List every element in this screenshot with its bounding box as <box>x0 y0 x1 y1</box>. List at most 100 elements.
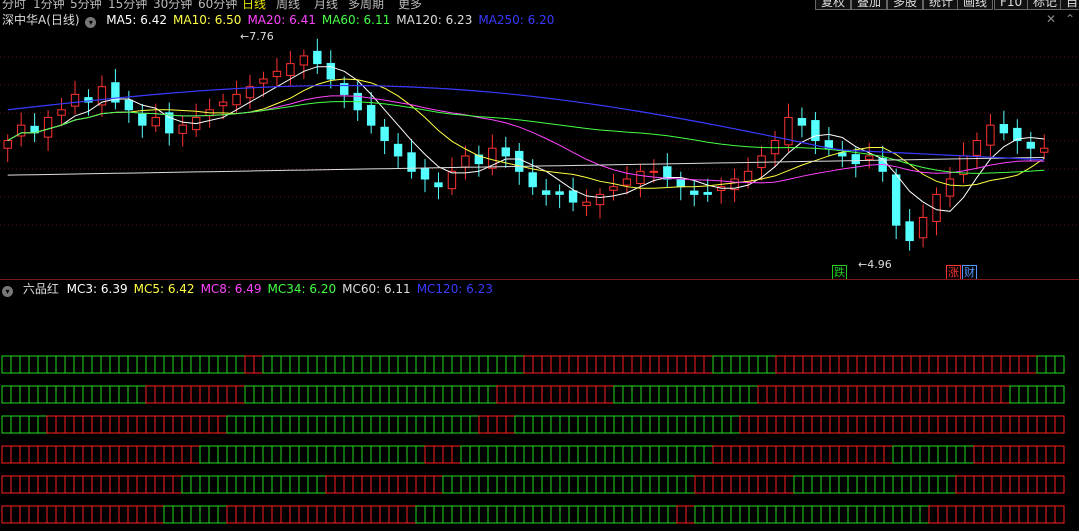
signal-cell <box>847 475 858 494</box>
signal-cell <box>208 505 219 524</box>
signal-cell <box>811 415 822 434</box>
signal-cell <box>325 505 336 524</box>
tab-period-5[interactable]: 60分钟 <box>198 0 237 10</box>
signal-cell <box>748 415 759 434</box>
signal-cell <box>667 445 678 464</box>
tab-period-6[interactable]: 日线 <box>242 0 266 10</box>
signal-cell <box>361 475 372 494</box>
marker-finance[interactable]: 财 <box>962 265 977 280</box>
signal-cell <box>793 505 804 524</box>
signal-cell <box>460 505 471 524</box>
signal-cell <box>46 355 57 374</box>
signal-cell <box>937 415 948 434</box>
candlestick-chart[interactable] <box>0 29 1079 279</box>
signal-cell <box>64 475 75 494</box>
signal-cell <box>424 475 435 494</box>
toolbar-button-4[interactable]: 画线 <box>957 0 994 10</box>
toolbar-button-1[interactable]: 叠加 <box>851 0 888 10</box>
signal-cell <box>235 385 246 404</box>
tab-period-1[interactable]: 1分钟 <box>33 0 65 10</box>
signal-cell <box>757 475 768 494</box>
close-icon[interactable]: ✕ <box>1046 12 1056 26</box>
signal-cell <box>847 385 858 404</box>
signal-cell <box>460 445 471 464</box>
signal-cell <box>631 415 642 434</box>
period-toolbar: 分时 1分钟 5分钟 15分钟 30分钟 60分钟 日线 周线 月线 多周期 更多 复权 叠加 多股 统计画… <box>0 0 1079 10</box>
low-price-annotation: ←4.96 <box>858 258 892 271</box>
signal-cell <box>622 505 633 524</box>
candle-body <box>57 109 66 116</box>
signal-cell <box>145 355 156 374</box>
signal-cell <box>685 385 696 404</box>
signal-cell <box>739 415 750 434</box>
signal-cell <box>406 355 417 374</box>
tab-period-2[interactable]: 5分钟 <box>70 0 102 10</box>
signal-cell <box>271 355 282 374</box>
signal-cell <box>19 355 30 374</box>
marker-fall[interactable]: 跌 <box>832 265 847 280</box>
signal-cell <box>829 385 840 404</box>
signal-cell <box>757 355 768 374</box>
ma-value-1: MA10: 6.50 <box>173 13 242 27</box>
signal-cell <box>136 475 147 494</box>
signal-cell <box>307 445 318 464</box>
signal-cell <box>226 475 237 494</box>
toolbar-button-7[interactable]: 自 <box>1060 0 1079 10</box>
mc-value-1: MC5: 6.42 <box>133 282 195 296</box>
dropdown-icon[interactable]: ▾ <box>2 286 13 297</box>
signal-cell <box>1045 505 1056 524</box>
toolbar-button-6[interactable]: 标记 <box>1027 0 1064 10</box>
tab-period-10[interactable]: 更多 <box>398 0 422 10</box>
signal-cell <box>226 445 237 464</box>
signal-cell <box>91 415 102 434</box>
tab-period-0[interactable]: 分时 <box>2 0 26 10</box>
indicator-title[interactable]: 六品红 <box>23 282 59 296</box>
signal-cell <box>316 385 327 404</box>
signal-cell <box>532 475 543 494</box>
stock-title[interactable]: 深中华A(日线) <box>2 13 80 27</box>
tab-period-3[interactable]: 15分钟 <box>108 0 147 10</box>
signal-cell <box>433 445 444 464</box>
signal-cell <box>946 385 957 404</box>
toolbar-button-0[interactable]: 复权 <box>815 0 852 10</box>
signal-cell <box>802 475 813 494</box>
signal-cell <box>82 385 93 404</box>
signal-cell <box>496 415 507 434</box>
tab-period-4[interactable]: 30分钟 <box>153 0 192 10</box>
signal-grid[interactable] <box>0 354 1079 529</box>
toolbar-button-2[interactable]: 多股 <box>887 0 924 10</box>
signal-cell <box>181 445 192 464</box>
signal-cell <box>235 415 246 434</box>
signal-cell <box>172 415 183 434</box>
marker-rise[interactable]: 涨 <box>946 265 961 280</box>
dropdown-icon[interactable]: ▾ <box>85 17 97 28</box>
ma-value-0: MA5: 6.42 <box>106 13 168 27</box>
signal-cell <box>775 505 786 524</box>
signal-cell <box>91 505 102 524</box>
chevron-up-icon[interactable]: ⌃ <box>1065 12 1075 26</box>
signal-cell <box>271 415 282 434</box>
signal-cell <box>217 445 228 464</box>
signal-cell <box>928 505 939 524</box>
signal-cell <box>523 385 534 404</box>
signal-cell <box>955 415 966 434</box>
signal-cell <box>1 385 12 404</box>
signal-cell <box>838 355 849 374</box>
signal-cell <box>235 475 246 494</box>
signal-cell <box>739 385 750 404</box>
toolbar-button-3[interactable]: 统计 <box>923 0 960 10</box>
signal-cell <box>37 415 48 434</box>
signal-cell <box>136 445 147 464</box>
toolbar-button-5[interactable]: F10 <box>994 0 1029 10</box>
signal-cell <box>379 475 390 494</box>
signal-cell <box>829 415 840 434</box>
signal-cell <box>766 385 777 404</box>
signal-cell <box>892 445 903 464</box>
signal-cell <box>856 475 867 494</box>
tab-period-7[interactable]: 周线 <box>276 0 300 10</box>
signal-cell <box>1054 415 1065 434</box>
signal-cell <box>577 355 588 374</box>
tab-period-8[interactable]: 月线 <box>314 0 338 10</box>
signal-cell <box>604 505 615 524</box>
tab-period-9[interactable]: 多周期 <box>348 0 384 10</box>
